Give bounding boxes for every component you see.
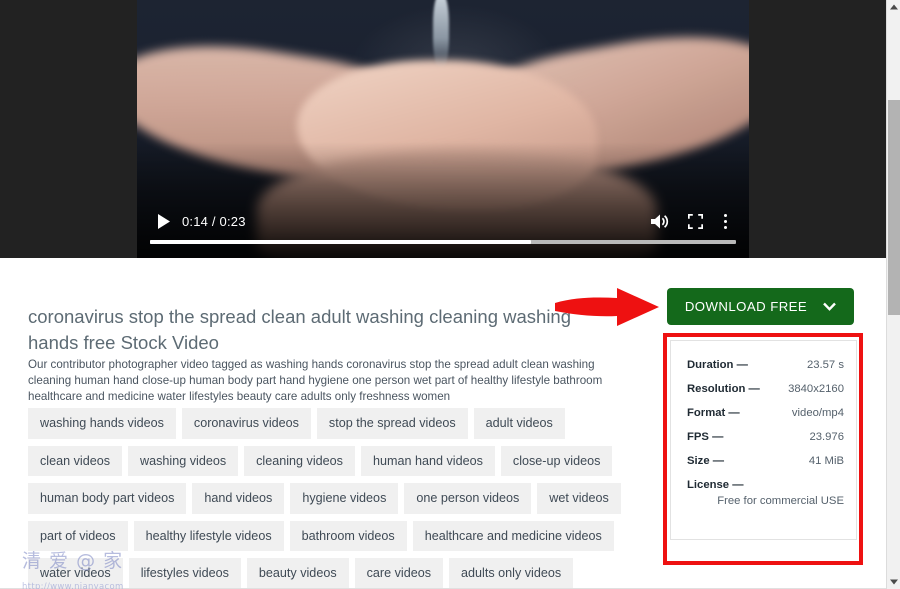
tag-chip[interactable]: close-up videos — [500, 445, 613, 477]
progress-bar[interactable] — [150, 240, 736, 244]
metadata-list: Duration — 23.57 s Resolution — 3840x2160 Fo… — [687, 359, 844, 507]
tag-chip[interactable]: washing hands videos — [28, 408, 176, 439]
tag-chip[interactable]: lifestyles videos — [128, 558, 241, 589]
scrollbar-thumb[interactable] — [888, 100, 900, 315]
scroll-down-arrow-icon[interactable] — [887, 575, 900, 589]
tag-chip[interactable]: adults only videos — [449, 558, 574, 589]
play-icon[interactable] — [150, 206, 176, 236]
tag-chip[interactable]: water videos — [28, 558, 123, 589]
metadata-card: Duration — 23.57 s Resolution — 3840x2160 Fo… — [670, 340, 857, 540]
download-button-label: DOWNLOAD FREE — [684, 299, 808, 314]
tag-chip[interactable]: adult videos — [473, 408, 565, 439]
tag-chip[interactable]: hand videos — [192, 483, 285, 514]
metadata-value: video/mp4 — [791, 407, 844, 419]
metadata-key: Format — — [687, 407, 740, 419]
vertical-scrollbar[interactable] — [886, 0, 900, 589]
chevron-down-icon — [823, 299, 837, 314]
tag-chip[interactable]: human body part videos — [28, 483, 187, 514]
tag-chip[interactable]: healthcare and medicine videos — [412, 520, 614, 552]
metadata-key: Size — — [687, 455, 725, 467]
video-description: Our contributor photographer video tagge… — [28, 358, 603, 403]
metadata-row: Format — video/mp4 — [687, 407, 844, 419]
tag-chip[interactable]: clean videos — [28, 445, 123, 477]
metadata-license-value: Free for commercial USE — [717, 495, 844, 507]
metadata-row: Duration — 23.57 s — [687, 359, 844, 371]
tag-chip[interactable]: washing videos — [128, 445, 239, 477]
metadata-row: Size — 41 MiB — [687, 455, 844, 467]
metadata-value: 23.976 — [809, 431, 844, 443]
metadata-key: Resolution — — [687, 383, 760, 395]
video-player[interactable]: 0:14 / 0:23 — [0, 0, 886, 258]
time-display: 0:14 / 0:23 — [182, 213, 246, 229]
metadata-value: 23.57 s — [806, 359, 844, 371]
tag-chip[interactable]: beauty videos — [246, 558, 349, 589]
fullscreen-icon[interactable] — [676, 206, 714, 236]
tag-chip[interactable]: healthy lifestyle videos — [133, 520, 284, 552]
kebab-dot-2 — [723, 219, 727, 223]
volume-icon[interactable] — [642, 206, 676, 236]
metadata-row: Resolution — 3840x2160 — [687, 383, 844, 395]
page-title: coronavirus stop the spread clean adult … — [28, 306, 572, 353]
tag-chip[interactable]: care videos — [354, 558, 444, 589]
tag-chip[interactable]: human hand videos — [360, 445, 495, 477]
tag-chip[interactable]: hygiene videos — [290, 483, 399, 514]
tag-chip[interactable]: part of videos — [28, 520, 128, 552]
metadata-row: FPS — 23.976 — [687, 431, 844, 443]
tag-chip[interactable]: stop the spread videos — [316, 408, 468, 439]
metadata-key: FPS — — [687, 431, 724, 443]
tag-chip[interactable]: coronavirus videos — [181, 408, 311, 439]
metadata-value: 41 MiB — [808, 455, 844, 467]
download-free-button[interactable]: DOWNLOAD FREE — [667, 288, 854, 325]
metadata-license-key: License — — [687, 479, 744, 491]
metadata-key: Duration — — [687, 359, 748, 371]
tag-chip[interactable]: cleaning videos — [244, 445, 355, 477]
player-control-row: 0:14 / 0:23 — [150, 206, 736, 236]
kebab-dot-3 — [723, 225, 727, 229]
tag-chip[interactable]: bathroom videos — [289, 520, 407, 552]
page-root: 0:14 / 0:23 coronavirus stop the spread … — [0, 0, 900, 589]
metadata-bottom-divider — [670, 562, 857, 563]
tag-list: washing hands videos coronavirus videos st… — [28, 408, 628, 589]
tag-chip[interactable]: one person videos — [404, 483, 532, 514]
metadata-value: 3840x2160 — [788, 383, 844, 395]
kebab-menu-icon[interactable] — [714, 206, 736, 236]
tag-chip[interactable]: wet videos — [537, 483, 621, 514]
scroll-up-arrow-icon[interactable] — [887, 0, 900, 14]
progress-bar-fill — [150, 240, 531, 244]
player-controls: 0:14 / 0:23 — [137, 196, 749, 258]
kebab-dot-1 — [723, 213, 727, 217]
